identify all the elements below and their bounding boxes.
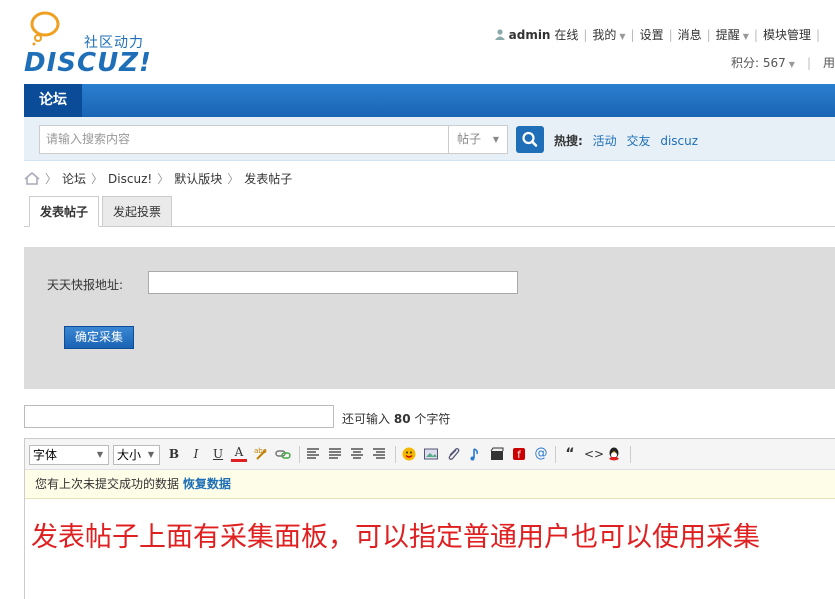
- my-menu[interactable]: 我的: [592, 28, 616, 42]
- site-logo[interactable]: 社区动力 DISCUZ!: [24, 10, 164, 80]
- user-group-link[interactable]: 用: [823, 56, 835, 70]
- editor-content[interactable]: 发表帖子上面有采集面板，可以指定普通用户也可以使用采集: [31, 515, 760, 554]
- confirm-collect-button[interactable]: 确定采集: [64, 326, 134, 349]
- logo-text: DISCUZ!: [24, 48, 152, 78]
- post-tabs: 发表帖子 发起投票: [24, 196, 835, 227]
- video-icon[interactable]: [489, 446, 505, 462]
- subject-input[interactable]: [24, 405, 334, 428]
- breadcrumb-item[interactable]: Discuz!: [108, 172, 152, 186]
- collect-panel: 天天快报地址: 确定采集: [24, 247, 835, 389]
- search-button[interactable]: [516, 126, 544, 153]
- editor-toolbar: 字体 ▼ 大小 ▼ B I U A abc f @ “ <>: [25, 439, 835, 470]
- quote-icon[interactable]: “: [562, 446, 578, 462]
- breadcrumb-current: 发表帖子: [244, 172, 293, 186]
- messages-link[interactable]: 消息: [678, 28, 702, 42]
- flash-icon[interactable]: f: [511, 446, 527, 462]
- bold-icon[interactable]: B: [166, 446, 182, 462]
- hot-search-term[interactable]: discuz: [660, 134, 698, 148]
- chevron-down-icon: ▼: [492, 135, 499, 144]
- module-admin-link[interactable]: 模块管理: [763, 28, 811, 42]
- qq-icon[interactable]: [606, 446, 622, 462]
- search-type-value: 帖子: [457, 132, 482, 146]
- chevron-down-icon: ▼: [742, 32, 749, 41]
- font-family-select[interactable]: 字体 ▼: [29, 445, 109, 465]
- breadcrumb-item[interactable]: 论坛: [62, 172, 86, 186]
- font-color-icon[interactable]: A: [231, 446, 247, 462]
- smiley-icon[interactable]: [401, 446, 417, 462]
- code-icon[interactable]: <>: [584, 446, 604, 462]
- reminders-menu[interactable]: 提醒: [716, 28, 740, 42]
- user-bar-secondary: 积分: 567 ▼ | 用: [731, 56, 835, 70]
- home-icon[interactable]: [24, 172, 40, 185]
- restore-notice-text: 您有上次未提交成功的数据: [35, 477, 180, 491]
- chevron-down-icon: ▼: [147, 450, 154, 459]
- audio-icon[interactable]: [467, 446, 483, 462]
- spellcheck-icon[interactable]: abc: [253, 446, 269, 462]
- hot-search-term[interactable]: 交友: [626, 134, 650, 148]
- link-icon[interactable]: [275, 446, 291, 462]
- search-icon: [522, 131, 538, 147]
- hint-prefix: 还可输入: [342, 412, 391, 426]
- hint-suffix: 个字符: [414, 412, 451, 426]
- settings-link[interactable]: 设置: [640, 28, 664, 42]
- user-bar: admin 在线 | 我的 ▼ | 设置 | 消息 | 提醒 ▼ | 模块管理 |: [494, 26, 825, 43]
- font-size-select[interactable]: 大小 ▼: [113, 445, 160, 465]
- hint-count: 80: [393, 412, 411, 426]
- main-nav: 论坛: [24, 84, 835, 117]
- chevron-down-icon: ▼: [788, 60, 795, 69]
- align-center-icon[interactable]: [349, 446, 365, 462]
- align-justify-icon[interactable]: [327, 446, 343, 462]
- hot-search-term[interactable]: 活动: [593, 134, 617, 148]
- points-menu[interactable]: 积分: 567: [731, 56, 786, 70]
- username-link[interactable]: admin: [509, 28, 551, 42]
- breadcrumb-item[interactable]: 默认版块: [174, 172, 222, 186]
- post-editor: 字体 ▼ 大小 ▼ B I U A abc f @ “ <> 您有上次未提交成功…: [24, 438, 835, 599]
- search-input[interactable]: 请输入搜索内容: [39, 125, 449, 154]
- chevron-down-icon: ▼: [619, 32, 626, 41]
- underline-icon[interactable]: U: [210, 446, 226, 462]
- online-status[interactable]: 在线: [554, 28, 578, 42]
- user-icon: [494, 29, 505, 40]
- tab-new-post[interactable]: 发表帖子: [29, 196, 100, 227]
- align-right-icon[interactable]: [371, 446, 387, 462]
- chevron-down-icon: ▼: [96, 450, 103, 459]
- search-bar: 请输入搜索内容 帖子 ▼ 热搜: 活动 交友 discuz: [24, 117, 835, 161]
- subject-char-hint: 还可输入 80 个字符: [342, 410, 450, 427]
- breadcrumb: 〉论坛〉 Discuz! 〉默认版块〉发表帖子: [24, 170, 292, 187]
- collect-url-input[interactable]: [148, 271, 518, 294]
- hot-searches: 热搜: 活动 交友 discuz: [554, 132, 698, 149]
- align-left-icon[interactable]: [305, 446, 321, 462]
- search-type-select[interactable]: 帖子 ▼: [448, 125, 508, 154]
- tab-new-poll[interactable]: 发起投票: [102, 196, 173, 227]
- restore-data-link[interactable]: 恢复数据: [183, 477, 231, 491]
- attachment-icon[interactable]: [445, 446, 461, 462]
- font-size-value: 大小: [117, 448, 142, 462]
- logo-bubble-icon: [30, 11, 60, 46]
- image-icon[interactable]: [423, 446, 439, 462]
- font-family-value: 字体: [33, 448, 58, 462]
- mention-icon[interactable]: @: [533, 446, 549, 462]
- restore-notice: 您有上次未提交成功的数据 恢复数据: [25, 470, 835, 499]
- hot-search-label: 热搜:: [554, 134, 583, 148]
- svg-text:f: f: [517, 450, 521, 461]
- nav-tab-forum[interactable]: 论坛: [24, 84, 82, 117]
- collect-url-label: 天天快报地址:: [47, 278, 124, 292]
- italic-icon[interactable]: I: [188, 446, 204, 462]
